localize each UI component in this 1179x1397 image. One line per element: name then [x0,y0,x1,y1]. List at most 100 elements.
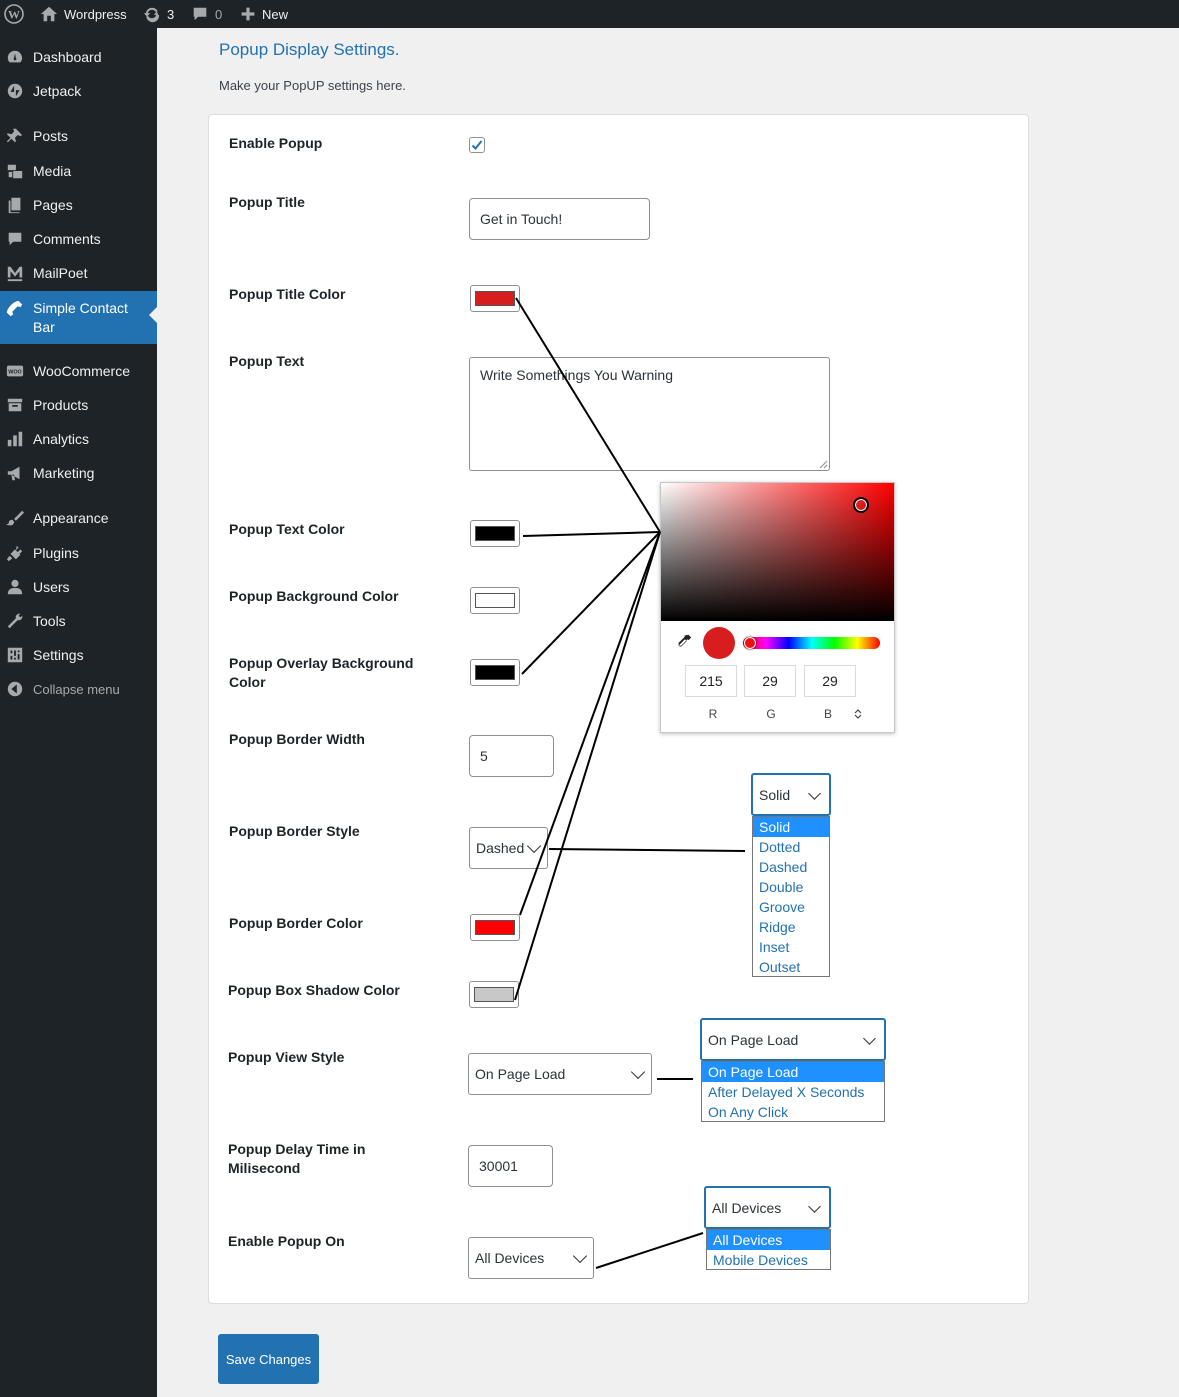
sidebar-item-plugins[interactable]: Plugins [0,544,157,566]
sidebar-item-label: Jetpack [33,83,82,99]
site-name: Wordpress [64,6,127,22]
option-groove[interactable]: Groove [753,897,829,917]
popup-text-label: Popup Text [229,353,305,369]
admin-sidebar: Dashboard Jetpack Posts Media Pages Comm… [0,28,157,1397]
hue-slider[interactable] [743,637,880,649]
admin-bar: W Wordpress 3 0 New [0,0,1179,28]
plug-icon [6,544,24,562]
active-menu-arrow [149,307,157,323]
hue-slider-thumb[interactable] [744,637,756,649]
comments-count: 0 [215,6,223,22]
sidebar-item-label: Plugins [33,545,79,561]
option-outset[interactable]: Outset [753,957,829,977]
popup-border-style-select[interactable]: Dashed [469,827,548,869]
sidebar-item-appearance[interactable]: Appearance [0,509,157,531]
resize-handle-icon[interactable] [818,459,828,469]
popup-text-textarea[interactable]: Write Somethings You Warning [469,357,830,471]
checkmark-icon [471,140,483,150]
sidebar-item-users[interactable]: Users [0,578,157,600]
color-preview-dot [703,627,735,659]
option-solid[interactable]: Solid [753,817,829,837]
green-label: G [766,707,776,721]
popup-title-color-swatch[interactable] [470,285,520,312]
option-mobile-devices[interactable]: Mobile Devices [707,1250,830,1270]
option-on-page-load[interactable]: On Page Load [702,1062,884,1082]
sidebar-item-label: Settings [33,647,84,663]
saturation-value-area[interactable] [661,483,894,621]
option-after-delay[interactable]: After Delayed X Seconds [702,1082,884,1102]
sidebar-item-products[interactable]: Products [0,396,157,418]
sidebar-item-label: Media [33,163,72,179]
brush-icon [6,509,24,527]
popup-bg-color-swatch[interactable] [470,587,520,614]
updates-link[interactable]: 3 [143,0,174,28]
enable-popup-checkbox[interactable] [469,137,485,153]
sidebar-item-label: Analytics [33,431,90,447]
popup-shadow-color-swatch[interactable] [469,981,519,1008]
popup-view-style-label: Popup View Style [228,1049,345,1065]
sidebar-item-mailpoet[interactable]: MailPoet [0,264,157,286]
select-value: Solid [759,786,791,803]
popup-border-width-input[interactable]: 5 [469,735,554,777]
eyedropper-icon[interactable] [675,633,693,651]
option-dashed[interactable]: Dashed [753,857,829,877]
color-fill [475,526,515,541]
sidebar-item-settings[interactable]: Settings [0,646,157,668]
user-icon [6,578,24,596]
archive-icon [6,396,24,414]
site-name-link[interactable]: Wordpress [40,0,127,28]
option-on-any-click[interactable]: On Any Click [702,1102,884,1122]
popup-border-color-swatch[interactable] [470,914,520,941]
option-dotted[interactable]: Dotted [753,837,829,857]
sidebar-item-analytics[interactable]: Analytics [0,430,157,452]
sidebar-item-label: WooCommerce [33,363,130,379]
sidebar-item-tools[interactable]: Tools [0,612,157,634]
devices-dropdown-head[interactable]: All Devices [704,1186,831,1229]
option-double[interactable]: Double [753,877,829,897]
pin-icon [6,127,24,145]
collapse-menu-button[interactable]: Collapse menu [0,680,157,702]
sidebar-item-dashboard[interactable]: Dashboard [0,48,157,70]
new-content-link[interactable]: New [240,0,288,28]
sidebar-item-simple-contact-bar[interactable]: Simple Contact Bar [0,291,157,344]
option-all-devices[interactable]: All Devices [707,1230,830,1250]
color-fill [474,987,514,1002]
enable-popup-on-select[interactable]: All Devices [468,1237,594,1279]
enable-popup-label: Enable Popup [229,135,323,151]
sidebar-item-posts[interactable]: Posts [0,127,157,149]
popup-view-style-select[interactable]: On Page Load [468,1053,652,1095]
border-style-dropdown-head[interactable]: Solid [751,773,831,816]
sidebar-item-media[interactable]: Media [0,162,157,184]
green-value-input[interactable]: 29 [744,665,796,697]
sidebar-item-comments[interactable]: Comments [0,230,157,252]
popup-title-input[interactable]: Get in Touch! [469,198,650,240]
save-changes-button[interactable]: Save Changes [218,1334,319,1384]
mailpoet-icon [6,264,24,282]
popup-delay-input[interactable]: 30001 [468,1145,553,1187]
option-ridge[interactable]: Ridge [753,917,829,937]
sidebar-item-marketing[interactable]: Marketing [0,464,157,486]
mode-toggle-icon[interactable] [854,709,862,719]
blue-value-input[interactable]: 29 [804,665,856,697]
sidebar-item-pages[interactable]: Pages [0,196,157,218]
option-inset[interactable]: Inset [753,937,829,957]
jetpack-icon [6,82,24,100]
sidebar-item-woocommerce[interactable]: WOO WooCommerce [0,362,157,384]
dashboard-icon [6,48,24,66]
select-value: On Page Load [708,1031,799,1048]
sidebar-item-label: Users [33,579,70,595]
settings-icon [6,646,24,664]
color-cursor[interactable] [853,497,869,513]
devices-options-list: All Devices Mobile Devices [706,1229,831,1270]
megaphone-icon [6,464,24,482]
popup-overlay-color-label: Popup Overlay Background Color [229,655,414,690]
popup-text-color-swatch[interactable] [470,520,520,547]
wordpress-logo-icon[interactable]: W [4,0,24,28]
popup-overlay-color-swatch[interactable] [470,659,520,686]
view-style-dropdown-head[interactable]: On Page Load [700,1018,886,1061]
comments-link[interactable]: 0 [191,0,222,28]
red-value-input[interactable]: 215 [685,665,737,697]
sidebar-item-jetpack[interactable]: Jetpack [0,82,157,104]
popup-delay-label: Popup Delay Time in Milisecond [228,1141,366,1176]
red-label: R [708,707,718,721]
